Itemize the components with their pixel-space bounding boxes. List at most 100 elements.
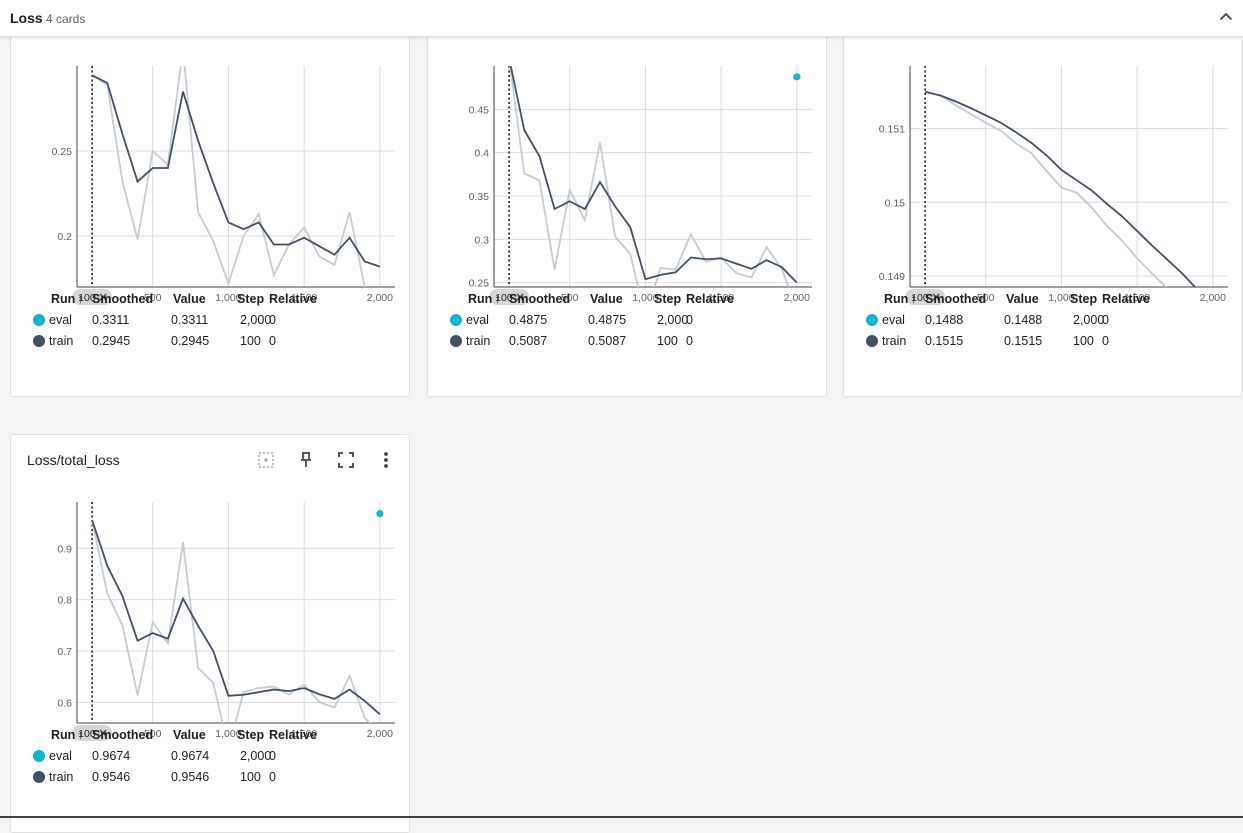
y-tick-label: 0.151 — [879, 124, 905, 136]
train-raw-line — [924, 90, 1168, 287]
column-header-value[interactable]: Value — [173, 728, 206, 742]
line-chart[interactable]: 0.1510.150.149500 1,000 1,500 2,000100 — [844, 0, 1240, 319]
sort-arrow-up-icon: ↑ — [77, 728, 84, 742]
scalar-card-localization-loss: Loss/localization_loss0.450.40.350.30.25… — [427, 0, 827, 397]
legend-step-cell: 2,000 — [240, 313, 272, 327]
column-header-relative[interactable]: Relative — [269, 728, 317, 742]
scalar-card-classification-loss: Loss/classification_loss0.250.25001,0001… — [10, 0, 410, 397]
column-header-relative[interactable]: Relative — [269, 292, 317, 306]
line-chart[interactable]: 0.250.2500 1,000 1,500 2,000100 — [11, 0, 407, 319]
legend-smoothed-cell: 0.1488 — [925, 313, 964, 327]
train-run-color-dot[interactable] — [450, 335, 462, 347]
eval-run-color-dot[interactable] — [33, 750, 45, 762]
sort-arrow-up-icon: ↑ — [77, 292, 84, 306]
line-chart[interactable]: 0.90.80.70.6500 1,000 1,500 2,000100 — [11, 435, 407, 755]
legend-value-cell: 0.9546 — [171, 770, 210, 784]
chevron-up-icon — [1219, 12, 1233, 21]
y-tick-label: 0.45 — [469, 104, 490, 116]
legend-value-cell: 0.9674 — [171, 749, 210, 763]
column-header-value[interactable]: Value — [173, 292, 206, 306]
column-header-step[interactable]: Step — [654, 292, 681, 306]
y-tick-label: 0.15 — [885, 197, 906, 209]
x-tick-label: 2,000 — [1200, 292, 1226, 304]
x-tick-label: 2,000 — [784, 292, 810, 304]
y-tick-label: 0.4 — [474, 148, 489, 160]
y-tick-label: 0.35 — [469, 191, 490, 203]
eval-point[interactable] — [793, 73, 801, 81]
legend-smoothed-cell: 0.4875 — [509, 313, 548, 327]
group-header[interactable]: Loss 4 cards — [0, 0, 1243, 37]
line-chart[interactable]: 0.450.40.350.30.25500 1,000 1,500 2,000100 — [428, 0, 824, 319]
column-header-value[interactable]: Value — [1006, 292, 1039, 306]
column-header-relative[interactable]: Relative — [686, 292, 734, 306]
legend-smoothed-cell: 0.9674 — [92, 749, 131, 763]
column-header-smoothed[interactable]: Smoothed — [92, 728, 153, 742]
scalar-card-regularization-loss: Loss/regularization_loss0.1510.150.14950… — [843, 0, 1243, 397]
legend-relative-cell: 0 — [269, 334, 276, 348]
train-smoothed-line[interactable] — [509, 58, 798, 284]
column-header-value[interactable]: Value — [590, 292, 623, 306]
legend-smoothed-cell: 0.3311 — [92, 313, 130, 327]
legend-run-cell: eval — [882, 313, 905, 327]
column-header-step[interactable]: Step — [1070, 292, 1097, 306]
column-header-step[interactable]: Step — [237, 292, 264, 306]
legend-run-cell: train — [49, 334, 74, 348]
column-header-run[interactable]: Run ↑ — [884, 292, 917, 306]
column-header-step[interactable]: Step — [237, 728, 264, 742]
train-raw-line — [509, 66, 790, 287]
legend-relative-cell: 0 — [269, 770, 276, 784]
legend-value-cell: 0.5087 — [588, 334, 627, 348]
legend-relative-cell: 0 — [1102, 313, 1109, 327]
run-header-label: Run — [51, 292, 76, 306]
eval-run-color-dot[interactable] — [450, 314, 462, 326]
column-header-run[interactable]: Run ↑ — [468, 292, 501, 306]
run-header-label: Run — [468, 292, 493, 306]
column-header-relative[interactable]: Relative — [1102, 292, 1150, 306]
legend-step-cell: 100 — [657, 334, 678, 348]
legend-step-cell: 2,000 — [1073, 313, 1105, 327]
column-header-run[interactable]: Run ↑ — [51, 728, 84, 742]
sort-arrow-up-icon: ↑ — [910, 292, 917, 306]
eval-point[interactable] — [376, 510, 384, 518]
train-smoothed-line[interactable] — [924, 90, 1213, 307]
legend-value-cell: 0.3311 — [171, 313, 209, 327]
train-run-color-dot[interactable] — [33, 771, 45, 783]
collapse-group-button[interactable] — [1215, 6, 1237, 28]
legend-smoothed-cell: 0.2945 — [92, 334, 131, 348]
legend-smoothed-cell: 0.5087 — [509, 334, 548, 348]
legend-run-cell: eval — [466, 313, 489, 327]
x-tick-label: 2,000 — [367, 292, 393, 304]
legend-run-cell: train — [882, 334, 907, 348]
eval-run-color-dot[interactable] — [866, 314, 878, 326]
train-smoothed-line[interactable] — [91, 74, 381, 268]
group-title: Loss — [10, 10, 43, 26]
legend-relative-cell: 0 — [686, 313, 693, 327]
y-tick-label: 0.7 — [57, 646, 72, 658]
legend-relative-cell: 0 — [1102, 334, 1109, 348]
legend-relative-cell: 0 — [269, 749, 276, 763]
column-header-smoothed[interactable]: Smoothed — [925, 292, 986, 306]
x-tick-label: 2,000 — [367, 728, 393, 740]
y-tick-label: 0.3 — [474, 234, 489, 246]
column-header-smoothed[interactable]: Smoothed — [509, 292, 570, 306]
column-header-smoothed[interactable]: Smoothed — [92, 292, 153, 306]
run-header-label: Run — [51, 728, 76, 742]
sort-arrow-up-icon: ↑ — [494, 292, 501, 306]
y-tick-label: 0.25 — [469, 278, 490, 290]
legend-run-cell: eval — [49, 313, 72, 327]
legend-run-cell: train — [466, 334, 491, 348]
column-header-run[interactable]: Run ↑ — [51, 292, 84, 306]
y-tick-label: 0.149 — [879, 271, 905, 283]
legend-run-cell: train — [49, 770, 74, 784]
legend-run-cell: eval — [49, 749, 72, 763]
scalar-card-total-loss: Loss/total_loss 0.9 0.8 0.7 0.6 500 1,000 1,500… — [10, 434, 410, 833]
train-run-color-dot[interactable] — [33, 335, 45, 347]
y-tick-label: 0.25 — [52, 146, 73, 158]
group-card-count: 4 cards — [46, 12, 86, 26]
train-run-color-dot[interactable] — [866, 335, 878, 347]
legend-value-cell: 0.2945 — [171, 334, 210, 348]
legend-step-cell: 100 — [240, 334, 261, 348]
legend-relative-cell: 0 — [686, 334, 693, 348]
y-tick-label: 0.9 — [57, 543, 72, 555]
eval-run-color-dot[interactable] — [33, 314, 45, 326]
